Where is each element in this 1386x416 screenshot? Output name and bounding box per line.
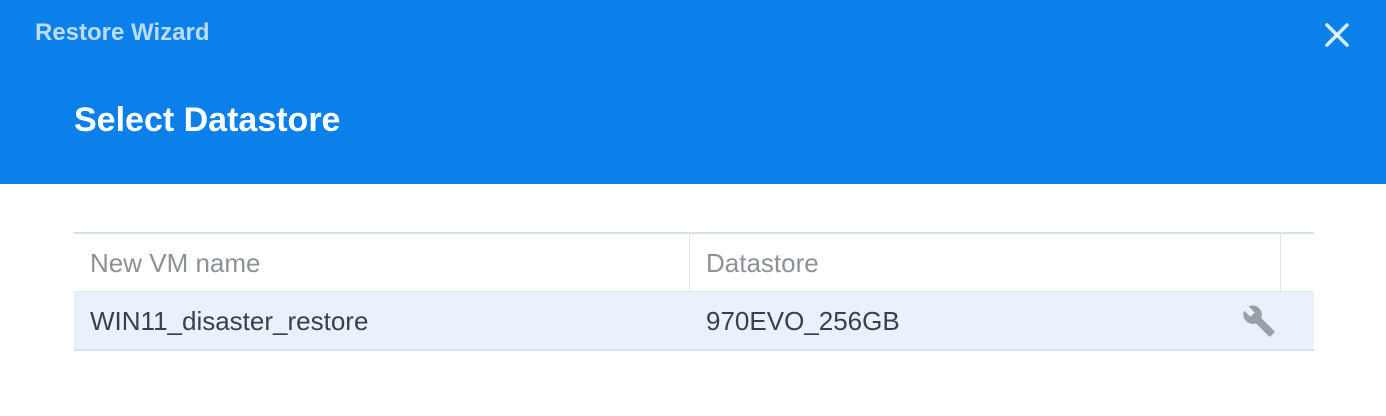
wrench-icon [1243,305,1275,337]
window-title: Restore Wizard [35,19,210,46]
column-divider [689,234,690,291]
column-divider [1280,234,1281,291]
grid-header: New VM name Datastore [74,234,1314,292]
column-header-vm-name[interactable]: New VM name [90,234,261,291]
edit-datastore-button[interactable] [1242,304,1276,338]
table-row[interactable]: WIN11_disaster_restore 970EVO_256GB [74,292,1314,351]
column-header-datastore[interactable]: Datastore [706,234,819,291]
cell-vm-name[interactable]: WIN11_disaster_restore [90,292,368,349]
wizard-header: Restore Wizard Select Datastore [0,0,1386,184]
step-title: Select Datastore [74,101,341,139]
cell-datastore[interactable]: 970EVO_256GB [706,292,900,349]
close-button[interactable] [1322,20,1352,50]
close-icon [1325,23,1349,47]
datastore-grid: New VM name Datastore WIN11_disaster_res… [74,232,1314,351]
